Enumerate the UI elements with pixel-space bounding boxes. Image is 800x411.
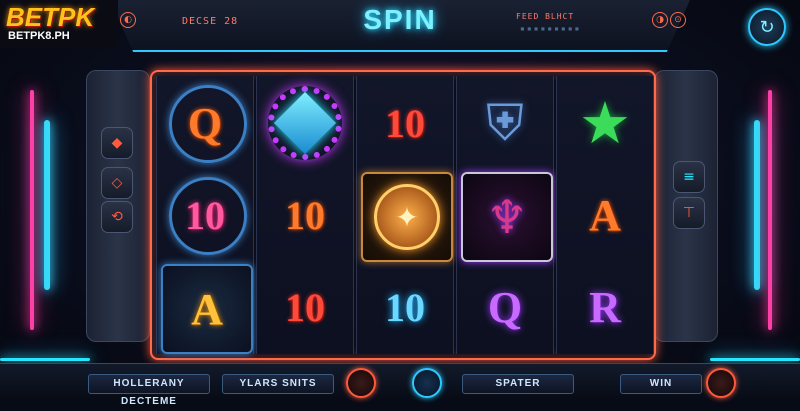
win-label: WIN [620, 374, 702, 394]
bottom-label-2: YLARS SNITS [222, 374, 334, 394]
top-right-indicator-dots: ▪▪▪▪▪▪▪▪▪ [520, 24, 582, 33]
right-cyan-glow [754, 120, 760, 290]
symbol-10: 10 [285, 192, 325, 238]
symbol-r: R [589, 282, 621, 332]
left-cyan-glow [44, 120, 50, 290]
symbol-10: 10 [385, 284, 425, 330]
brand-logo: BETPK BETPK8.PH [0, 0, 118, 48]
symbol-q: Q [487, 282, 523, 332]
reel-4: ⛨ ♆ Q [456, 76, 554, 354]
left-info-icon[interactable]: ◐ [120, 12, 136, 28]
left-panel-button-2[interactable]: ◇ [101, 167, 133, 199]
bat-demon-icon: ♆ [461, 172, 553, 262]
golden-emblem-icon: ✦ [361, 172, 453, 262]
refresh-icon[interactable]: ↻ [748, 8, 786, 46]
logo-wordmark: BETPK [6, 2, 95, 32]
top-right-label: FEED BLHCT [516, 12, 575, 21]
right-info-icon[interactable]: ◑ [652, 12, 668, 28]
left-panel-button-1[interactable]: ◆ [101, 127, 133, 159]
reel-2: 10 10 [256, 76, 354, 354]
bottom-left-cyan-glow [0, 358, 90, 361]
left-side-panel: ◆ ◇ ⟲ [86, 70, 150, 342]
bottom-label-3: SPATER [462, 374, 574, 394]
bottom-right-cyan-glow [710, 358, 800, 361]
gear-gem-icon [261, 80, 349, 166]
reel-5: ★ A R [556, 76, 654, 354]
green-star-icon: ★ [579, 89, 631, 157]
reel-grid: Q 10 A 10 10 10 ✦ 10 ⛨ ♆ Q ★ A R [150, 70, 656, 360]
right-panel-button-2[interactable]: ⊤ [673, 197, 705, 229]
right-settings-icon[interactable]: ⊙ [670, 12, 686, 28]
bottom-label-1: HOLLERANY DECTEME [88, 374, 210, 407]
symbol-10: 10 [385, 100, 425, 146]
autoplay-button[interactable] [412, 368, 442, 398]
logo-url: BETPK8.PH [8, 30, 70, 42]
reel-3: 10 ✦ 10 [356, 76, 454, 354]
symbol-a: A [589, 190, 621, 240]
symbol-10: 10 [285, 284, 325, 330]
spin-button[interactable] [346, 368, 376, 398]
symbol-q: Q [161, 80, 249, 166]
reel-1: Q 10 A [156, 76, 254, 354]
right-side-panel: ≡ ⊤ [654, 70, 718, 342]
top-left-label: DECSE 28 [182, 16, 239, 27]
right-pink-glow [768, 90, 772, 330]
left-pink-glow [30, 90, 34, 330]
helmet-icon: ⛨ [486, 93, 524, 152]
right-panel-button-1[interactable]: ≡ [673, 161, 705, 193]
symbol-a: A [161, 264, 253, 354]
left-panel-button-3[interactable]: ⟲ [101, 201, 133, 233]
bottom-bar: HOLLERANY DECTEME YLARS SNITS SPATER WIN [0, 363, 800, 407]
max-bet-button[interactable] [706, 368, 736, 398]
symbol-10: 10 [161, 172, 249, 258]
spin-title: SPIN [363, 4, 437, 35]
